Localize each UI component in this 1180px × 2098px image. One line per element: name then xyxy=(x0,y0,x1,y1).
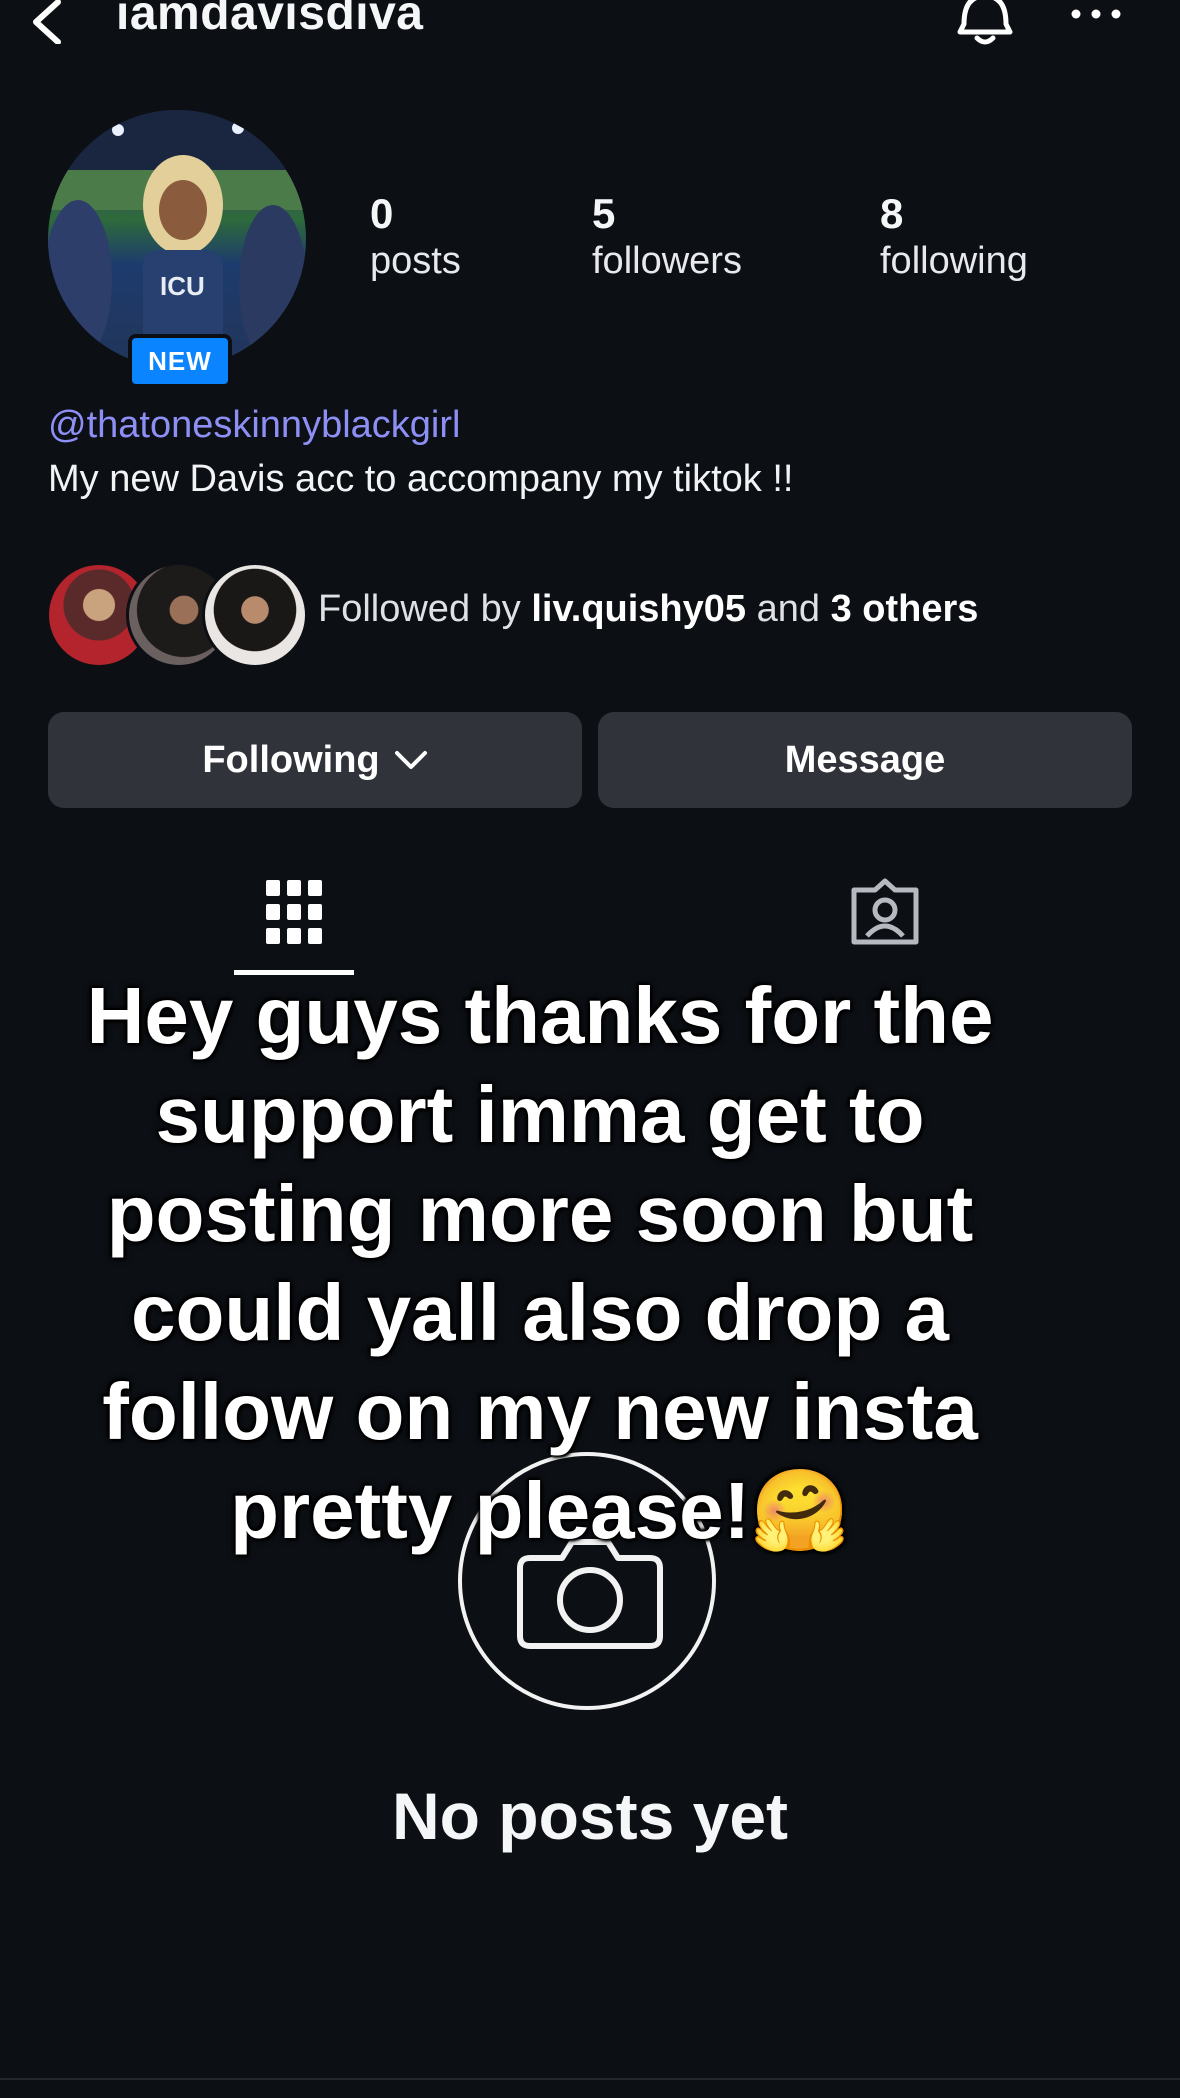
stat-following-count: 8 xyxy=(880,190,904,237)
stat-posts[interactable]: 0 posts xyxy=(370,190,461,284)
tagged-icon[interactable] xyxy=(850,878,920,946)
following-button[interactable]: Following xyxy=(48,712,582,808)
svg-text:ICU: ICU xyxy=(160,271,205,301)
followed-by-middle: and xyxy=(746,588,831,630)
followed-by-others: 3 others xyxy=(830,588,979,630)
following-button-label: Following xyxy=(202,738,380,781)
message-button-label: Message xyxy=(784,738,946,781)
stat-posts-label: posts xyxy=(370,240,461,282)
followed-by-user: liv.quishy05 xyxy=(531,588,747,630)
back-chevron-icon[interactable] xyxy=(22,0,72,44)
stat-followers[interactable]: 5 followers xyxy=(592,190,742,284)
mutual-followers-avatars[interactable] xyxy=(46,562,308,668)
followed-by-prefix: Followed by xyxy=(318,588,532,630)
chevron-down-icon xyxy=(394,751,427,769)
stat-following[interactable]: 8 following xyxy=(880,190,1028,284)
more-dots-icon[interactable] xyxy=(1068,2,1124,32)
profile-bio: My new Davis acc to accompany my tiktok … xyxy=(48,458,794,500)
avatar-photo: ICU xyxy=(48,110,306,368)
profile-avatar[interactable]: ICU xyxy=(48,110,308,370)
followed-by-text[interactable]: Followed by liv.quishy05 and 3 others xyxy=(318,588,978,631)
no-posts-text: No posts yet xyxy=(391,1779,789,1853)
message-button[interactable]: Message xyxy=(598,712,1132,808)
bottom-divider xyxy=(0,2078,1180,2080)
stat-followers-count: 5 xyxy=(592,190,616,237)
overlay-caption: Hey guys thanks for the support imma get… xyxy=(86,971,994,1555)
bell-icon[interactable] xyxy=(950,0,1020,50)
new-badge: NEW xyxy=(128,334,232,388)
stat-posts-count: 0 xyxy=(370,190,394,237)
stat-followers-label: followers xyxy=(592,240,742,282)
grid-icon[interactable] xyxy=(266,880,322,944)
mutual-avatar xyxy=(202,562,308,668)
linked-profile-handle[interactable]: @thatoneskinnyblackgirl xyxy=(48,404,460,447)
profile-username-title: iamdavisdiva xyxy=(116,0,424,40)
stat-following-label: following xyxy=(880,240,1028,282)
